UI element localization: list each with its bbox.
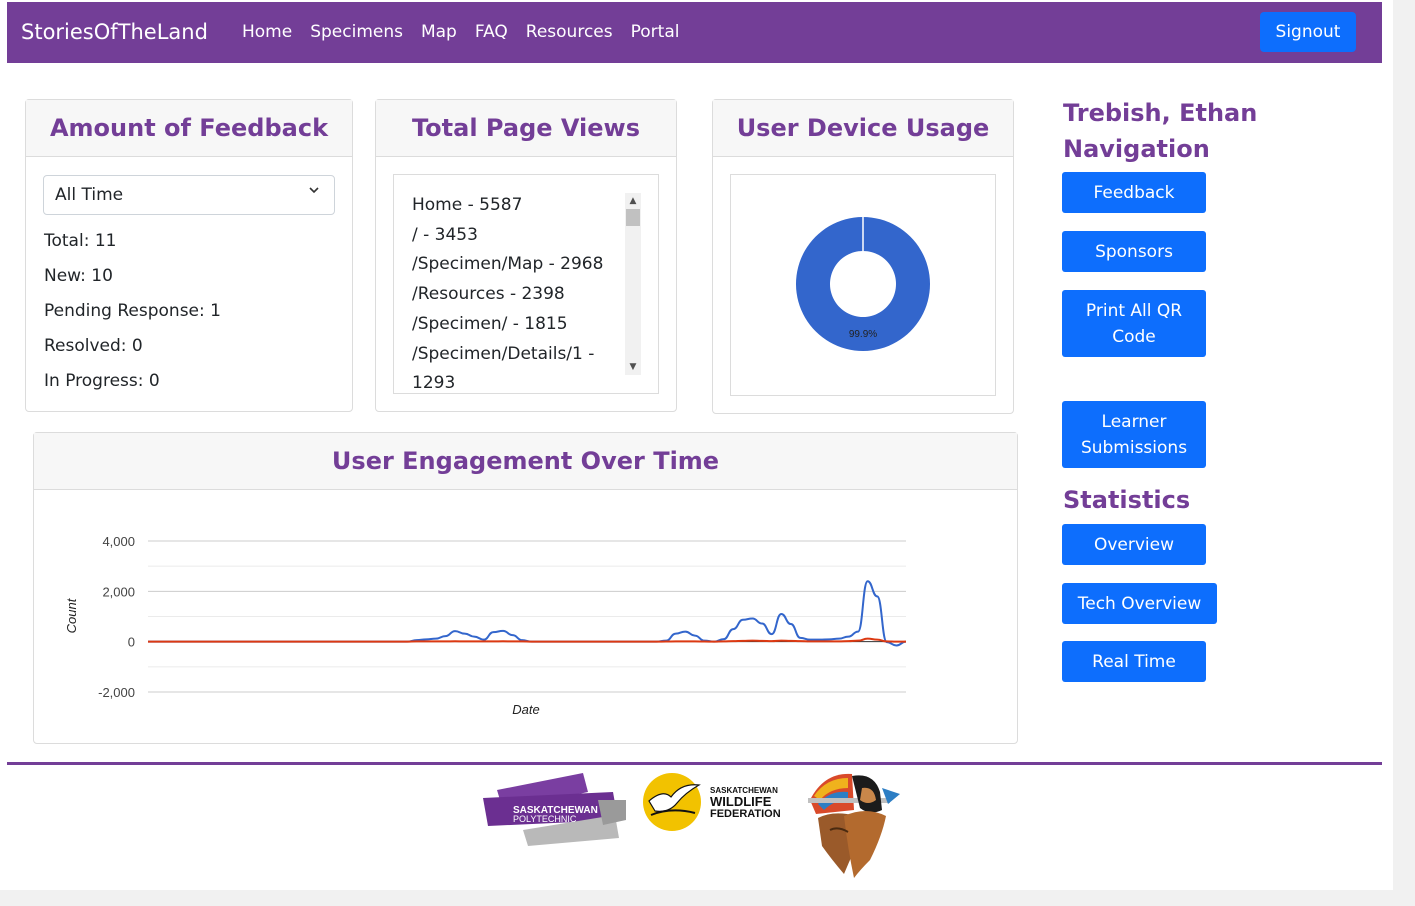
nav-link-map[interactable]: Map xyxy=(421,22,457,42)
overview-button[interactable]: Overview xyxy=(1062,524,1206,565)
page-views-list[interactable]: Home - 5587 / - 3453 /Specimen/Map - 296… xyxy=(393,174,659,394)
nav-link-specimens[interactable]: Specimens xyxy=(310,22,403,42)
feedback-total: Total: 11 xyxy=(44,231,117,251)
page-views-card-header: Total Page Views xyxy=(376,100,676,157)
footer-divider xyxy=(7,762,1382,765)
engagement-card-title: User Engagement Over Time xyxy=(331,447,720,475)
feedback-card-title: Amount of Feedback xyxy=(49,114,329,142)
brand-link[interactable]: StoriesOfTheLand xyxy=(21,20,208,44)
time-range-value: All Time xyxy=(55,185,124,205)
feedback-card-header: Amount of Feedback xyxy=(26,100,352,157)
wildlife-federation-logo: SASKATCHEWAN WILDLIFE FEDERATION xyxy=(643,773,781,831)
y-tick-label: 4,000 xyxy=(102,534,135,549)
feedback-pending: Pending Response: 1 xyxy=(44,301,221,321)
signout-button[interactable]: Signout xyxy=(1260,12,1356,52)
engagement-card-header: User Engagement Over Time xyxy=(34,433,1017,490)
indigenous-emblem-logo xyxy=(808,773,900,878)
statistics-heading: Statistics xyxy=(1063,486,1191,514)
device-usage-card-header: User Device Usage xyxy=(713,100,1013,157)
tech-overview-button[interactable]: Tech Overview xyxy=(1062,583,1217,624)
device-usage-card-title: User Device Usage xyxy=(736,114,990,142)
user-name-heading: Trebish, Ethan xyxy=(1063,99,1258,127)
sponsors-button[interactable]: Sponsors xyxy=(1062,231,1206,272)
list-item: 1293 xyxy=(412,373,456,394)
page-views-card: Total Page Views Home - 5587 / - 3453 /S… xyxy=(375,99,677,412)
device-donut-chart: 99.9% xyxy=(730,174,996,396)
list-item: Home - 5587 xyxy=(412,195,523,215)
nav-link-resources[interactable]: Resources xyxy=(526,22,613,42)
engagement-line-chart: 4,000 2,000 0 -2,000 Date Count xyxy=(64,534,907,717)
print-qr-button[interactable]: Print All QR Code xyxy=(1062,290,1206,357)
feedback-resolved: Resolved: 0 xyxy=(44,336,143,356)
feedback-card: Amount of Feedback All Time Total: 11 Ne… xyxy=(25,99,353,412)
engagement-card: User Engagement Over Time 4,000 2,000 0 -2,… xyxy=(33,432,1018,744)
scroll-thumb[interactable] xyxy=(626,209,640,226)
scroll-down-arrow-icon[interactable]: ▼ xyxy=(625,360,641,374)
donut-svg: 99.9% xyxy=(795,217,930,351)
saskatchewan-polytechnic-logo: SASKATCHEWAN POLYTECHNIC xyxy=(483,773,626,846)
list-item: /Resources - 2398 xyxy=(412,284,565,305)
chevron-down-icon xyxy=(308,184,320,200)
y-tick-label: 2,000 xyxy=(102,584,135,599)
nav-link-faq[interactable]: FAQ xyxy=(475,22,508,42)
feedback-button[interactable]: Feedback xyxy=(1062,172,1206,213)
navigation-heading: Navigation xyxy=(1063,135,1210,163)
list-item: / - 3453 xyxy=(412,224,478,245)
page-views-items: Home - 5587 / - 3453 /Specimen/Map - 296… xyxy=(412,191,622,394)
learner-submissions-button[interactable]: Learner Submissions xyxy=(1062,401,1206,468)
polytech-logo-text-2: POLYTECHNIC xyxy=(513,814,577,824)
y-tick-label: 0 xyxy=(128,635,135,650)
feedback-in-progress: In Progress: 0 xyxy=(44,371,160,391)
page-views-card-title: Total Page Views xyxy=(412,114,640,142)
scroll-up-arrow-icon[interactable]: ▲ xyxy=(625,194,641,208)
top-navbar: StoriesOfTheLand Home Specimens Map FAQ … xyxy=(7,2,1382,63)
real-time-button[interactable]: Real Time xyxy=(1062,641,1206,682)
feedback-new: New: 10 xyxy=(44,266,113,286)
page: StoriesOfTheLand Home Specimens Map FAQ … xyxy=(0,0,1393,890)
wildlife-logo-text-2: WILDLIFE xyxy=(710,794,772,809)
y-axis-label: Count xyxy=(64,597,79,633)
wildlife-logo-text-3: FEDERATION xyxy=(710,808,781,820)
list-scrollbar[interactable]: ▲ ▼ xyxy=(625,193,641,375)
nav-links: Home Specimens Map FAQ Resources Portal xyxy=(242,22,697,42)
time-range-select[interactable]: All Time xyxy=(43,175,335,215)
nav-link-home[interactable]: Home xyxy=(242,22,292,42)
y-tick-label: -2,000 xyxy=(98,685,135,700)
list-item: /Specimen/Map - 2968 xyxy=(412,254,604,275)
device-usage-card: User Device Usage 99.9% xyxy=(712,99,1014,414)
list-item: /Specimen/ - 1815 xyxy=(412,313,568,334)
donut-percent-label: 99.9% xyxy=(849,329,877,340)
list-item: /Specimen/Details/1 - xyxy=(412,343,595,364)
x-axis-label: Date xyxy=(512,702,539,717)
nav-link-portal[interactable]: Portal xyxy=(631,22,680,42)
